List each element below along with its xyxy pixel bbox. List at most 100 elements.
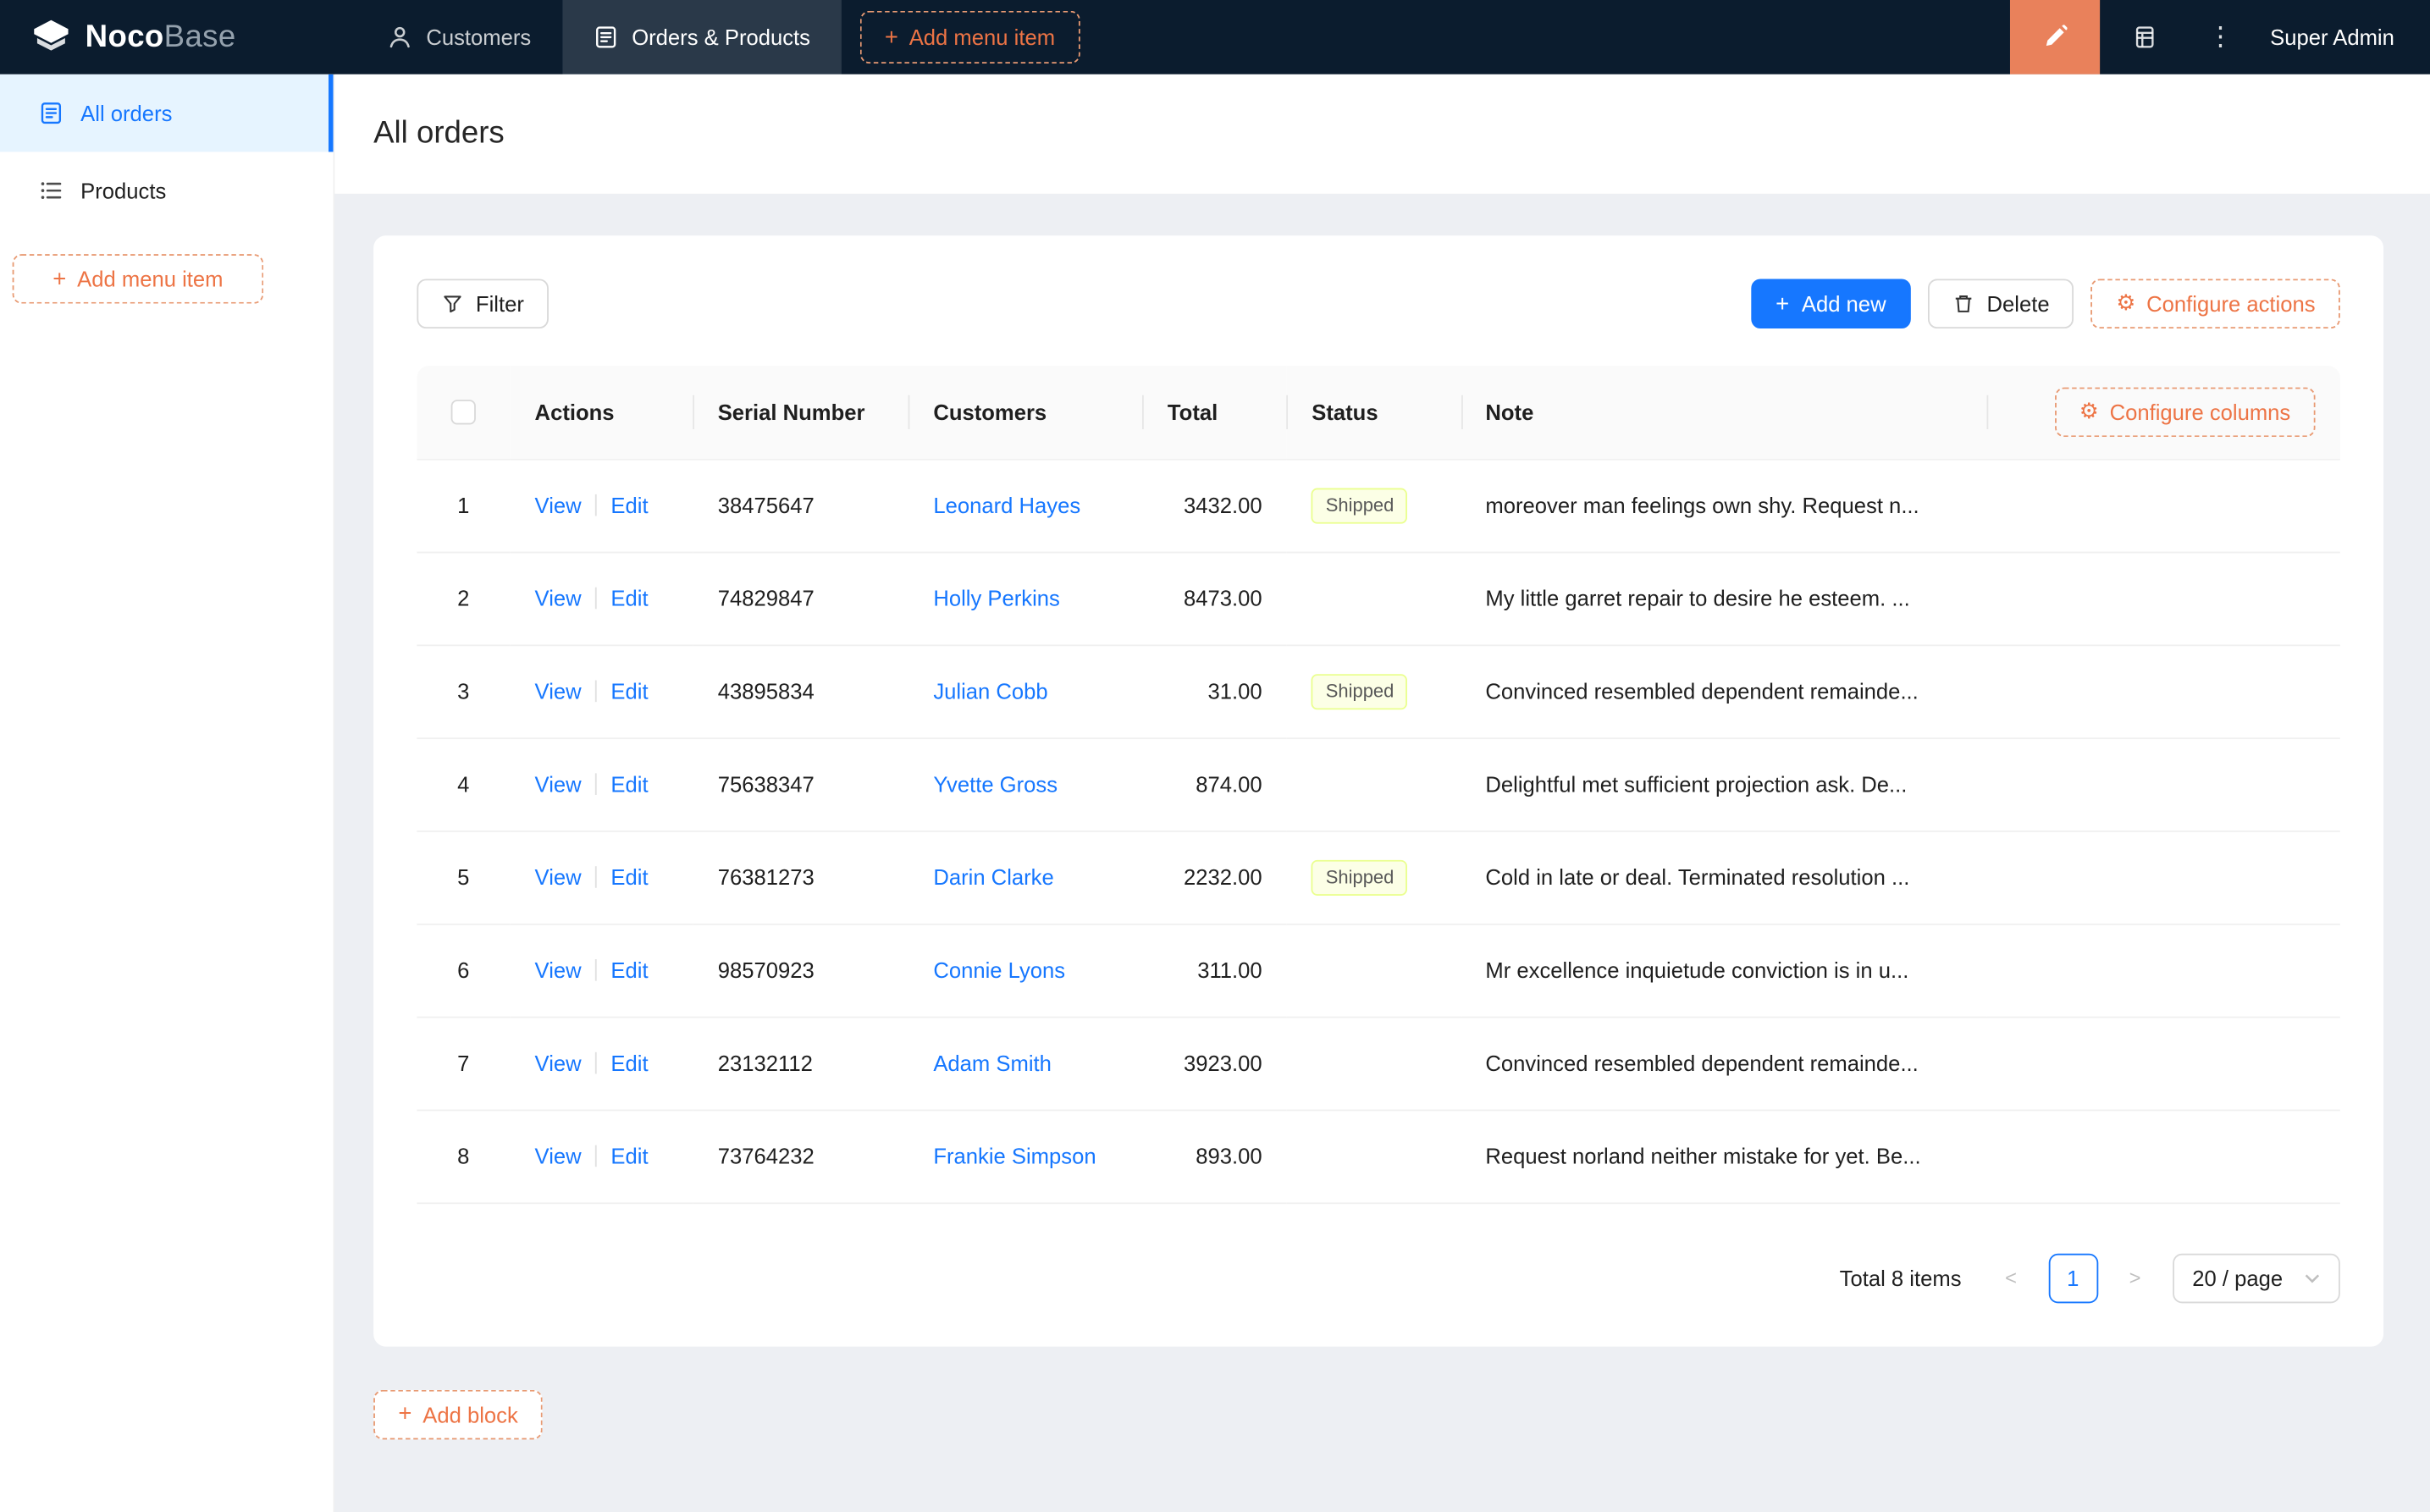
row-actions: View Edit [510,737,693,831]
row-actions: View Edit [510,643,693,738]
customer-link[interactable]: Yvette Gross [933,772,1058,797]
table-row: 7 View Edit 23132112 Adam Smith 3923.00 C… [417,1015,2340,1110]
sidebar-item-all-orders[interactable]: All orders [0,74,334,152]
customer-cell: Connie Lyons [908,922,1143,1017]
view-link[interactable]: View [535,864,582,889]
view-link[interactable]: View [535,1051,582,1075]
view-link[interactable]: View [535,586,582,610]
empty-cell [1986,830,2340,924]
total-cell: 893.00 [1142,1108,1287,1204]
toolbar-right: + Add new Delete ⚙ Configure actions [1750,279,2340,329]
customer-link[interactable]: Darin Clarke [933,864,1053,889]
column-header-note: Note [1461,365,1987,459]
add-new-button[interactable]: + Add new [1750,279,1911,329]
note-cell: Cold in late or deal. Terminated resolut… [1461,830,1987,924]
empty-cell [1986,550,2340,645]
gear-icon: ⚙ [2079,399,2099,425]
empty-cell [1986,1108,2340,1204]
filter-icon [442,293,464,315]
serial-cell: 38475647 [693,457,909,552]
column-header-total: Total [1142,365,1287,459]
grid-icon [2132,25,2157,49]
edit-link[interactable]: Edit [610,493,648,517]
page-size-select[interactable]: 20 / page [2172,1252,2340,1303]
tab-customers[interactable]: Customers [356,0,562,74]
serial-cell: 75638347 [693,737,909,831]
configure-columns-button[interactable]: ⚙ Configure columns [2054,387,2316,437]
sidebar-item-label: Products [80,178,167,203]
grid-icon-button[interactable] [2100,0,2190,74]
filter-button[interactable]: Filter [417,279,550,329]
more-menu-button[interactable]: ⋮ [2190,22,2251,53]
delete-button[interactable]: Delete [1927,279,2074,329]
row-actions: View Edit [510,1015,693,1110]
divider [595,1051,597,1074]
ui-editor-button[interactable] [2009,0,2100,74]
total-cell: 3432.00 [1142,457,1287,552]
user-menu[interactable]: Super Admin [2251,25,2430,49]
column-header-customers: Customers [908,365,1143,459]
orders-table: Actions Serial Number Customers Total St… [417,365,2340,1204]
topbar-right: ⋮ Super Admin [2009,0,2430,74]
tab-orders-products[interactable]: Orders & Products [561,0,842,74]
edit-link[interactable]: Edit [610,1144,648,1168]
edit-link[interactable]: Edit [610,772,648,797]
edit-link[interactable]: Edit [610,586,648,610]
topbar: NocoBase Customers Orders & Products + A… [0,0,2430,74]
sidebar-item-products[interactable]: Products [0,152,334,229]
form-icon [593,25,617,49]
total-cell: 311.00 [1142,922,1287,1017]
total-cell: 3923.00 [1142,1015,1287,1110]
row-actions: View Edit [510,1108,693,1204]
edit-link[interactable]: Edit [610,1051,648,1075]
note-cell: My little garret repair to desire he est… [1461,550,1987,645]
total-cell: 8473.00 [1142,550,1287,645]
configure-actions-button[interactable]: ⚙ Configure actions [2091,279,2340,329]
page-1-button[interactable]: 1 [2048,1252,2098,1303]
main-nav: Customers Orders & Products [356,0,842,74]
status-cell [1286,1015,1461,1110]
customer-link[interactable]: Leonard Hayes [933,493,1080,517]
tab-label: Orders & Products [632,25,810,50]
add-menu-item-button-sidebar[interactable]: + Add menu item [12,254,264,304]
plus-icon: + [52,265,67,293]
customer-cell: Darin Clarke [908,830,1143,924]
divider [595,773,597,795]
row-index: 5 [417,830,511,924]
sidebar: All orders Products + Add menu item [0,74,335,1512]
configure-columns-header: ⚙ Configure columns [1986,365,2340,459]
view-link[interactable]: View [535,493,582,517]
plus-icon: + [884,24,898,51]
divider [595,680,597,703]
view-link[interactable]: View [535,772,582,797]
page-title: All orders [373,116,505,151]
row-index: 2 [417,550,511,645]
edit-link[interactable]: Edit [610,957,648,982]
customer-link[interactable]: Connie Lyons [933,957,1065,982]
next-page-button[interactable]: > [2110,1253,2160,1303]
add-block-button[interactable]: + Add block [373,1388,544,1439]
status-cell [1286,1108,1461,1204]
status-badge: Shipped [1312,858,1408,896]
prev-page-button[interactable]: < [1986,1253,2036,1303]
customer-link[interactable]: Frankie Simpson [933,1144,1096,1168]
view-link[interactable]: View [535,1144,582,1168]
content-area: Filter + Add new Delete ⚙ Configure acti… [334,194,2430,1439]
customer-link[interactable]: Julian Cobb [933,679,1047,704]
empty-cell [1986,643,2340,738]
note-cell: moreover man feelings own shy. Request n… [1461,457,1987,552]
customer-cell: Adam Smith [908,1015,1143,1110]
row-actions: View Edit [510,922,693,1017]
customer-cell: Yvette Gross [908,737,1143,831]
edit-link[interactable]: Edit [610,679,648,704]
customer-link[interactable]: Holly Perkins [933,586,1060,610]
select-all-checkbox[interactable] [450,400,476,426]
add-menu-item-button-topbar[interactable]: + Add menu item [859,10,1080,64]
divider [595,494,597,516]
customer-link[interactable]: Adam Smith [933,1051,1052,1075]
edit-link[interactable]: Edit [610,864,648,889]
view-link[interactable]: View [535,679,582,704]
divider [595,587,597,610]
tab-label: Customers [426,25,532,50]
view-link[interactable]: View [535,957,582,982]
